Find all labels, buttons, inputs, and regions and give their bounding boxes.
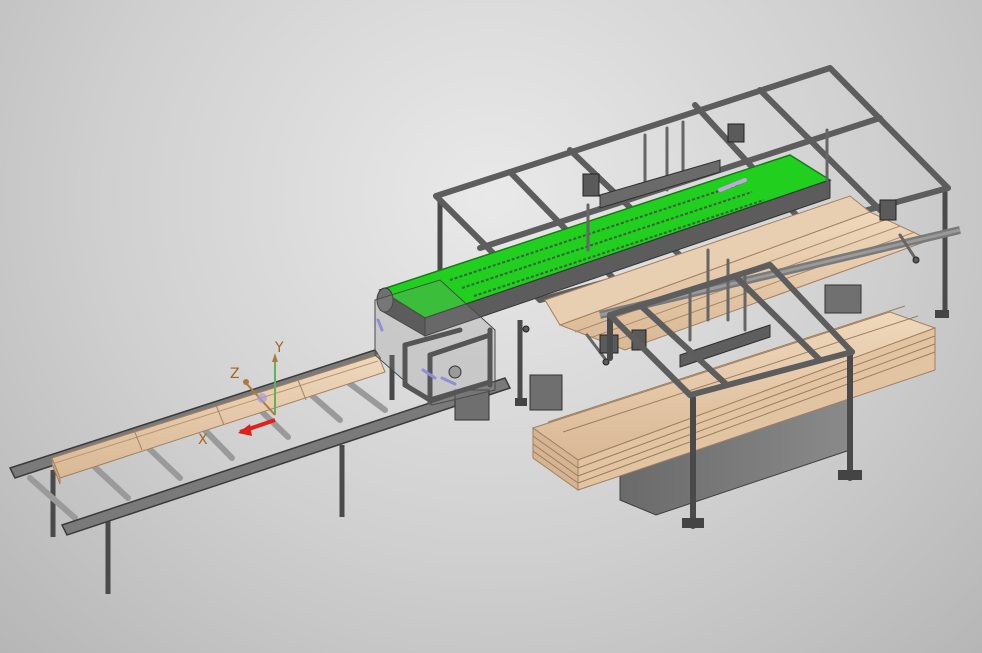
x-axis-label: X (198, 432, 208, 448)
z-axis-arrowhead-icon (243, 379, 249, 385)
triad-origin (257, 393, 267, 403)
machine-model[interactable]: X Y Z (0, 0, 982, 653)
cad-viewport[interactable]: X Y Z (0, 0, 982, 653)
y-axis-label: Y (274, 340, 284, 356)
z-axis-label: Z (230, 366, 240, 382)
